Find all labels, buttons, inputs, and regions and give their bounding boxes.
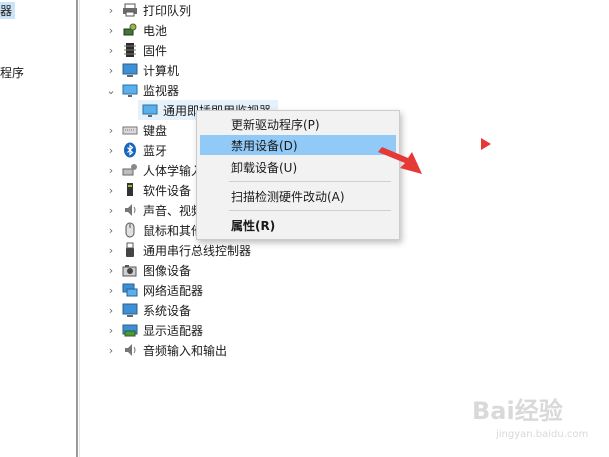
tree-item-audio-io[interactable]: › 音频输入和输出	[106, 340, 227, 360]
tree-item-label: 打印队列	[143, 3, 192, 18]
watermark-url: jingyan.baidu.com	[495, 429, 588, 440]
left-pane-item-selected[interactable]: 器	[0, 2, 16, 19]
system-device-icon	[122, 302, 138, 318]
chevron-right-icon[interactable]: ›	[106, 284, 116, 297]
menu-item-uninstall-device[interactable]: 卸载设备(U)	[200, 157, 396, 177]
network-adapter-icon	[122, 282, 138, 298]
chevron-right-icon[interactable]: ›	[106, 164, 116, 177]
tree-item-imaging[interactable]: › 图像设备	[106, 260, 191, 280]
tree-item-mouse[interactable]: › 鼠标和其他	[106, 220, 203, 240]
chevron-right-icon[interactable]: ›	[106, 244, 116, 257]
left-navigation-pane: 器 程序	[0, 0, 76, 457]
tree-item-label: 通用串行总线控制器	[143, 243, 252, 258]
tree-item-label: 电池	[143, 23, 168, 38]
tree-item-bluetooth[interactable]: › 蓝牙	[106, 140, 167, 160]
monitor-icon	[142, 102, 158, 118]
tree-item-label: 显示适配器	[143, 323, 204, 338]
tree-item-network-adapters[interactable]: › 网络适配器	[106, 280, 203, 300]
tree-item-print-queue[interactable]: › 打印队列	[106, 0, 191, 20]
mouse-icon	[122, 222, 138, 238]
tree-item-label: 计算机	[143, 63, 180, 78]
menu-item-disable-device[interactable]: 禁用设备(D)	[200, 135, 396, 155]
pane-divider[interactable]	[76, 0, 78, 457]
firmware-icon	[122, 42, 138, 58]
tree-item-label: 声音、视频	[143, 203, 204, 218]
tree-item-usb[interactable]: › 通用串行总线控制器	[106, 240, 251, 260]
menu-separator	[229, 181, 391, 182]
hid-icon	[122, 162, 138, 178]
usb-icon	[122, 242, 138, 258]
tree-item-keyboard[interactable]: › 键盘	[106, 120, 167, 140]
tree-item-display-adapters[interactable]: › 显示适配器	[106, 320, 203, 340]
bluetooth-icon	[122, 142, 138, 158]
chevron-right-icon[interactable]: ›	[106, 64, 116, 77]
chevron-down-icon[interactable]: ⌄	[106, 84, 116, 97]
battery-icon	[122, 22, 138, 38]
tree-item-label: 键盘	[143, 123, 168, 138]
chevron-right-icon[interactable]: ›	[106, 204, 116, 217]
chevron-right-icon[interactable]: ›	[106, 264, 116, 277]
tree-item-label: 固件	[143, 43, 168, 58]
chevron-right-icon[interactable]: ›	[106, 124, 116, 137]
annotation-arrow	[378, 147, 422, 174]
play-marker-icon	[481, 138, 491, 150]
tree-item-label: 软件设备	[143, 183, 192, 198]
tree-item-label: 系统设备	[143, 303, 192, 318]
tree-item-battery[interactable]: › 电池	[106, 20, 167, 40]
tree-item-firmware[interactable]: › 固件	[106, 40, 167, 60]
tree-item-label: 网络适配器	[143, 283, 204, 298]
pane-divider-line	[79, 0, 80, 457]
tree-item-monitor[interactable]: ⌄ 监视器	[106, 80, 179, 100]
menu-item-scan-hardware[interactable]: 扫描检测硬件改动(A)	[200, 186, 396, 206]
monitor-icon	[122, 82, 138, 98]
keyboard-icon	[122, 122, 138, 138]
chevron-right-icon[interactable]: ›	[106, 24, 116, 37]
sound-icon	[122, 202, 138, 218]
baidu-watermark: Bai经验 jingyan.baidu.com	[472, 397, 588, 440]
camera-icon	[122, 262, 138, 278]
computer-icon	[122, 62, 138, 78]
print-queue-icon	[122, 2, 138, 18]
chevron-right-icon[interactable]: ›	[106, 324, 116, 337]
chevron-right-icon[interactable]: ›	[106, 4, 116, 17]
tree-item-sound-video[interactable]: › 声音、视频	[106, 200, 203, 220]
watermark-brand: Bai经验	[472, 397, 563, 425]
chevron-right-icon[interactable]: ›	[106, 184, 116, 197]
left-pane-item[interactable]: 程序	[0, 64, 24, 81]
chevron-right-icon[interactable]: ›	[106, 344, 116, 357]
tree-item-label: 蓝牙	[143, 143, 168, 158]
menu-item-properties[interactable]: 属性(R)	[200, 215, 396, 235]
tree-item-label: 图像设备	[143, 263, 192, 278]
tree-item-label: 鼠标和其他	[143, 223, 204, 238]
tree-item-hid[interactable]: › 人体学输入	[106, 160, 203, 180]
tree-item-system-devices[interactable]: › 系统设备	[106, 300, 191, 320]
tree-item-label: 音频输入和输出	[143, 343, 228, 358]
menu-separator	[229, 210, 391, 211]
audio-io-icon	[122, 342, 138, 358]
tree-item-label: 监视器	[143, 83, 180, 98]
display-adapter-icon	[122, 322, 138, 338]
chevron-right-icon[interactable]: ›	[106, 44, 116, 57]
menu-item-update-driver[interactable]: 更新驱动程序(P)	[200, 114, 396, 134]
chevron-right-icon[interactable]: ›	[106, 224, 116, 237]
chevron-right-icon[interactable]: ›	[106, 304, 116, 317]
tree-item-software-devices[interactable]: › 软件设备	[106, 180, 191, 200]
chevron-right-icon[interactable]: ›	[106, 144, 116, 157]
tree-item-label: 人体学输入	[143, 163, 204, 178]
software-device-icon	[122, 182, 138, 198]
tree-item-computer[interactable]: › 计算机	[106, 60, 179, 80]
